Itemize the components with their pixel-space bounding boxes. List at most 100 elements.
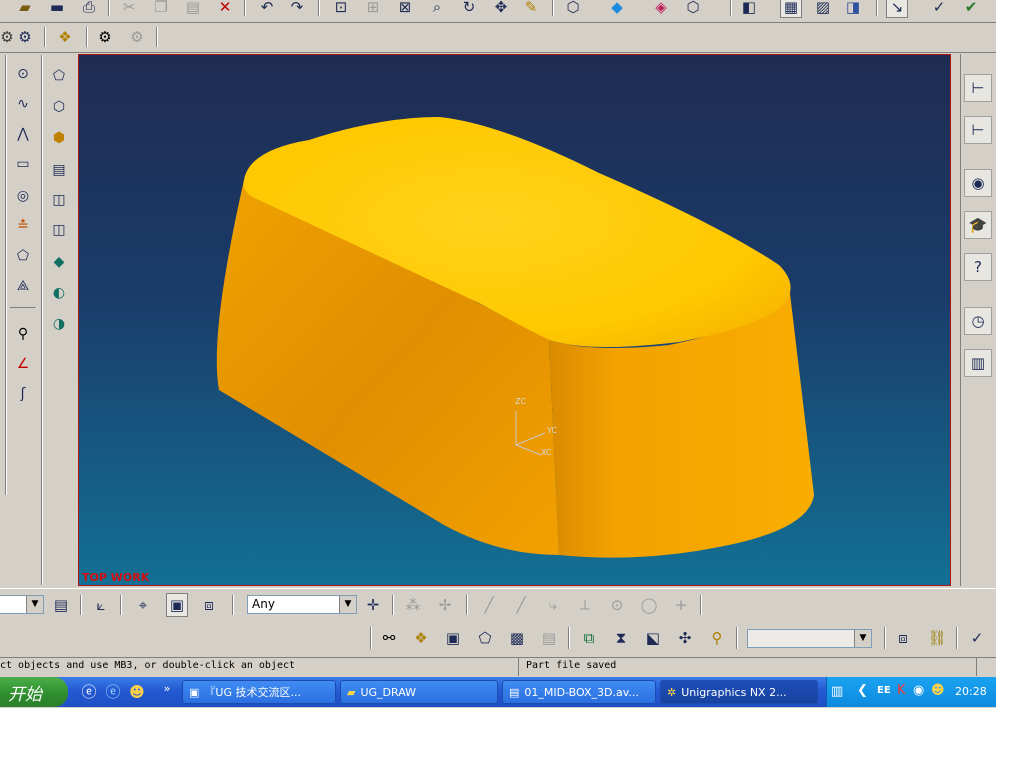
component-icon[interactable]: ▣ [442, 627, 464, 649]
link-icon[interactable]: ⛓ [926, 627, 948, 649]
options-icon[interactable]: ⚙ [14, 26, 36, 48]
group-icon[interactable]: ❖ [54, 26, 76, 48]
project-curve-icon[interactable]: ≛ [12, 215, 34, 237]
training-icon[interactable]: 🎓 [964, 211, 992, 239]
options-check-icon[interactable]: ✔ [960, 0, 982, 18]
graphics-viewport[interactable]: ZC YC XC TOP WORK [78, 54, 951, 586]
gear-disabled-icon[interactable]: ⚙ [126, 26, 148, 48]
check-clearance-icon[interactable]: ✓ [966, 627, 988, 649]
help-icon[interactable]: ? [964, 253, 992, 281]
filter-combo[interactable]: Any ▼ [247, 595, 357, 614]
polyline-icon[interactable]: ⋀ [12, 123, 34, 145]
history-icon[interactable]: ◷ [964, 307, 992, 335]
undo-icon[interactable]: ↶ [256, 0, 278, 18]
shaded-box-icon[interactable]: ⬢ [48, 127, 70, 149]
layer-icon[interactable]: ◧ [738, 0, 760, 18]
check-icon[interactable]: ✓ [928, 0, 950, 18]
snap-point-disabled-icon[interactable]: ⁂ [402, 594, 424, 616]
wave-icon[interactable]: ⚲ [706, 627, 728, 649]
replace-icon[interactable]: ⬠ [474, 627, 496, 649]
start-button[interactable]: 开始 [0, 677, 68, 707]
assembly-tree-icon[interactable]: ⊢ [964, 74, 992, 102]
rectangle-icon[interactable]: ▭ [12, 153, 34, 175]
green-solid-icon[interactable]: ◆ [48, 251, 70, 273]
assembly-navigator-icon[interactable]: ▦ [780, 0, 802, 18]
subtract-icon[interactable]: ◐ [48, 282, 70, 304]
circle-icon[interactable]: ◯ [638, 594, 660, 616]
redo-icon[interactable]: ↷ [286, 0, 308, 18]
rotate-icon[interactable]: ↻ [458, 0, 480, 18]
binoculars-icon[interactable]: ⚯ [378, 627, 400, 649]
magnify-icon[interactable]: ⌕ [426, 0, 448, 18]
save-image-icon[interactable]: ▩ [506, 627, 528, 649]
task-video[interactable]: ▤ 01_MID-BOX_3D.av... [502, 680, 656, 704]
snap-icon[interactable]: ↘ [886, 0, 908, 18]
colored-cube-icon[interactable]: ◆ [606, 0, 628, 18]
tray-expand-icon[interactable]: ❮ [857, 683, 868, 698]
crosshair-icon[interactable]: ✛ [362, 594, 384, 616]
csys-icon[interactable]: ⟀ [90, 594, 112, 616]
angle-icon[interactable]: ∠ [12, 353, 34, 375]
network-icon[interactable]: ◉ [913, 683, 924, 698]
delete-icon[interactable]: ✕ [214, 0, 236, 18]
list-icon[interactable]: ▤ [50, 594, 72, 616]
quadrant-icon[interactable]: ⊙ [606, 594, 628, 616]
palette-icon[interactable]: ▥ [964, 349, 992, 377]
wire-cube-icon[interactable]: ⬡ [682, 0, 704, 18]
more-icon[interactable]: » [156, 677, 178, 699]
grid-point-disabled-icon[interactable]: ✢ [434, 594, 456, 616]
intersect-icon[interactable]: ⟁ [12, 275, 34, 297]
task-ug-draw[interactable]: ▰ UG_DRAW [340, 680, 498, 704]
reposition-icon[interactable]: ⬕ [642, 627, 664, 649]
line-end-icon[interactable]: ╱ [478, 594, 500, 616]
spline-icon[interactable]: ∿ [12, 93, 34, 115]
cube-icon[interactable]: ⬡ [48, 96, 70, 118]
shaded-cube-icon[interactable]: ⬡ [562, 0, 584, 18]
split-icon[interactable]: ◫ [48, 219, 70, 241]
part-navigator-icon[interactable]: ▨ [812, 0, 834, 18]
selection-icon[interactable]: ◨ [842, 0, 864, 18]
intersect-solid-icon[interactable]: ◑ [48, 313, 70, 335]
plus-icon[interactable]: + [670, 594, 692, 616]
explode-icon[interactable]: ✣ [674, 627, 696, 649]
add-component-icon[interactable]: ⧉ [578, 627, 600, 649]
arc-center-icon[interactable]: ⟂ [574, 594, 596, 616]
print-icon[interactable]: ⎙ [78, 0, 100, 18]
cut-icon[interactable]: ✂ [118, 0, 140, 18]
zoom-icon[interactable]: ⊠ [394, 0, 416, 18]
wire-box-icon[interactable]: ⬠ [48, 65, 70, 87]
point-icon[interactable]: ⊙ [12, 63, 34, 85]
trim-icon[interactable]: ʃ [12, 383, 34, 405]
solid-cube-icon[interactable]: ◈ [650, 0, 672, 18]
cube-select-icon[interactable]: ⧈ [198, 594, 220, 616]
curve-point-icon[interactable]: ⤷ [542, 594, 564, 616]
measure-icon[interactable]: ⚲ [12, 323, 34, 345]
section-icon[interactable]: ⬠ [12, 245, 34, 267]
fit-icon[interactable]: ⊡ [330, 0, 352, 18]
antivirus-icon[interactable]: K [897, 683, 906, 698]
keyboard-icon[interactable]: ▥ [831, 684, 843, 699]
part-tree-icon[interactable]: ⊢ [964, 116, 992, 144]
assembly-combo[interactable]: ▼ [747, 629, 872, 648]
hollow-icon[interactable]: ◫ [48, 189, 70, 211]
mid-point-icon[interactable]: ╱ [510, 594, 532, 616]
paste-icon[interactable]: ▤ [182, 0, 204, 18]
browser-icon[interactable]: ⓔ [102, 681, 124, 703]
mate-icon[interactable]: ⧗ [610, 627, 632, 649]
offset-icon[interactable]: ◎ [12, 185, 34, 207]
task-ug-forum[interactable]: ▣ 『UG 技术交流区... [182, 680, 336, 704]
gear-icon[interactable]: ⚙ [94, 26, 116, 48]
task-unigraphics[interactable]: ✲ Unigraphics NX 2... [660, 680, 818, 704]
pan-icon[interactable]: ✥ [490, 0, 512, 18]
tray-lang[interactable]: EE [877, 685, 891, 696]
open-folder-icon[interactable]: ▰ [14, 0, 36, 18]
messenger-icon[interactable]: ☻ [126, 681, 148, 703]
assembly-icon[interactable]: ❖ [410, 627, 432, 649]
point-select-icon[interactable]: ▣ [166, 593, 188, 617]
edit-icon[interactable]: ✎ [520, 0, 542, 18]
selection-scope-combo[interactable]: ▼ [0, 595, 44, 614]
web-browser-icon[interactable]: ◉ [964, 169, 992, 197]
ie-icon[interactable]: ⓔ [78, 681, 100, 703]
copy-icon[interactable]: ❐ [150, 0, 172, 18]
target-icon[interactable]: ⌖ [132, 594, 154, 616]
